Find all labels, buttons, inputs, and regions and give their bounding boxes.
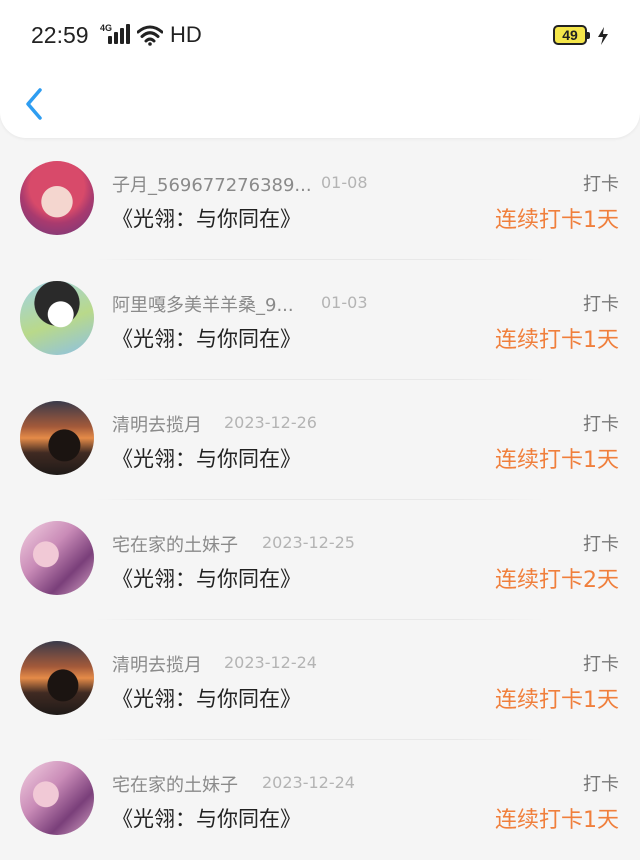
book-title[interactable]: 《光翎：与你同在》 (112, 803, 301, 833)
username[interactable]: 清明去揽月 (112, 411, 202, 437)
action-label: 打卡 (583, 774, 619, 795)
avatar[interactable] (20, 641, 94, 715)
top-bar: 22:59 4G HD 49 (0, 0, 640, 138)
checkin-date: 2023-12-24 (262, 773, 355, 792)
book-title[interactable]: 《光翎：与你同在》 (112, 203, 301, 233)
checkin-list: 子月_569677276389... 01-08 《光翎：与你同在》 打卡 连续… (0, 140, 640, 860)
list-item[interactable]: 清明去揽月 2023-12-26 《光翎：与你同在》 打卡 连续打卡1天 (0, 380, 640, 500)
battery-level: 49 (562, 27, 578, 43)
book-title[interactable]: 《光翎：与你同在》 (112, 683, 301, 713)
action-label: 打卡 (583, 534, 619, 555)
action-label: 打卡 (583, 414, 619, 435)
book-title[interactable]: 《光翎：与你同在》 (112, 443, 301, 473)
status-time: 22:59 (31, 22, 89, 48)
username[interactable]: 子月_569677276389... (112, 171, 312, 197)
username[interactable]: 阿里嘎多美羊羊桑_9... (112, 291, 294, 317)
username[interactable]: 宅在家的土妹子 (112, 531, 238, 557)
streak-label: 连续打卡1天 (495, 208, 619, 233)
list-item[interactable]: 阿里嘎多美羊羊桑_9... 01-03 《光翎：与你同在》 打卡 连续打卡1天 (0, 260, 640, 380)
action-label: 打卡 (583, 294, 619, 315)
action-label: 打卡 (583, 174, 619, 195)
checkin-date: 01-08 (321, 173, 368, 192)
hd-indicator: HD (170, 22, 202, 47)
book-title[interactable]: 《光翎：与你同在》 (112, 563, 301, 593)
wifi-icon (137, 25, 163, 46)
list-item[interactable]: 宅在家的土妹子 2023-12-24 《光翎：与你同在》 打卡 连续打卡1天 (0, 740, 640, 860)
streak-label: 连续打卡1天 (495, 688, 619, 713)
list-item[interactable]: 宅在家的土妹子 2023-12-25 《光翎：与你同在》 打卡 连续打卡2天 (0, 500, 640, 620)
streak-label: 连续打卡2天 (495, 568, 619, 593)
username[interactable]: 清明去揽月 (112, 651, 202, 677)
action-label: 打卡 (583, 654, 619, 675)
network-type: 4G (100, 23, 113, 33)
battery-icon: 49 (553, 25, 590, 45)
avatar[interactable] (20, 761, 94, 835)
book-title[interactable]: 《光翎：与你同在》 (112, 323, 301, 353)
list-item[interactable]: 子月_569677276389... 01-08 《光翎：与你同在》 打卡 连续… (0, 140, 640, 260)
username[interactable]: 宅在家的土妹子 (112, 771, 238, 797)
checkin-date: 01-03 (321, 293, 368, 312)
checkin-date: 2023-12-25 (262, 533, 355, 552)
avatar[interactable] (20, 161, 94, 235)
checkin-date: 2023-12-24 (224, 653, 317, 672)
avatar[interactable] (20, 281, 94, 355)
list-item[interactable]: 清明去揽月 2023-12-24 《光翎：与你同在》 打卡 连续打卡1天 (0, 620, 640, 740)
avatar[interactable] (20, 521, 94, 595)
charging-bolt-icon (598, 27, 608, 45)
streak-label: 连续打卡1天 (495, 448, 619, 473)
avatar[interactable] (20, 401, 94, 475)
checkin-date: 2023-12-26 (224, 413, 317, 432)
cellular-signal-icon: 4G (100, 24, 130, 46)
streak-label: 连续打卡1天 (495, 808, 619, 833)
back-arrow-icon[interactable] (20, 86, 50, 122)
streak-label: 连续打卡1天 (495, 328, 619, 353)
